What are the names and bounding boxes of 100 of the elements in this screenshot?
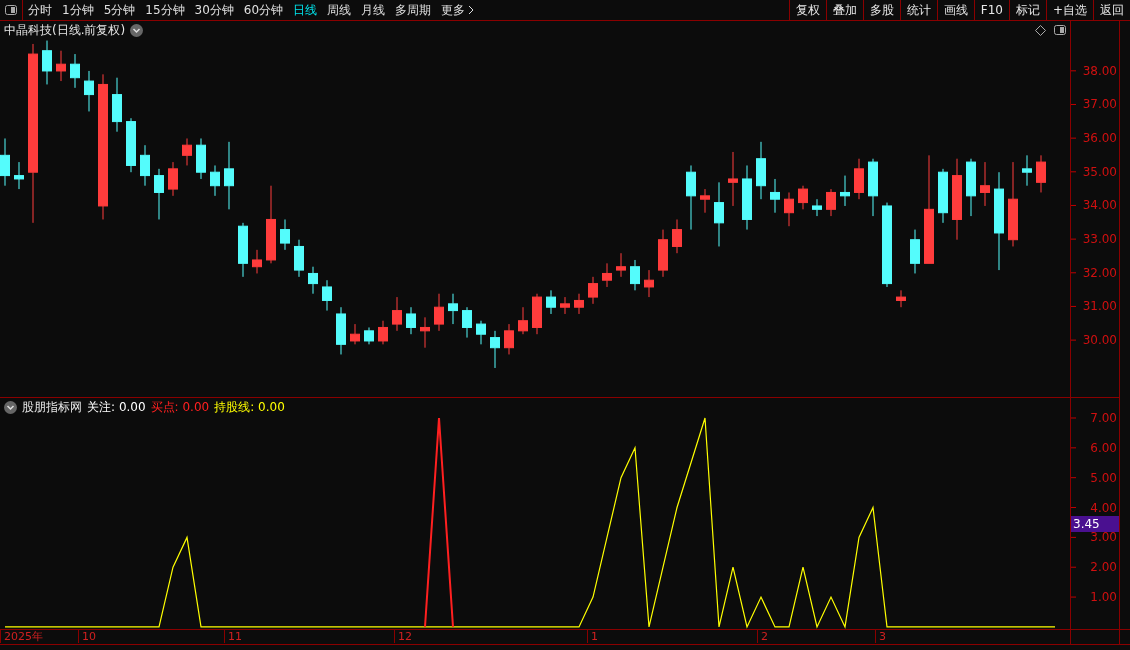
stock-title: 中晶科技(日线.前复权) bbox=[4, 21, 126, 39]
candlestick bbox=[378, 320, 388, 345]
candlestick bbox=[504, 323, 514, 355]
chevron-down-icon[interactable] bbox=[4, 400, 17, 414]
legend-item: 买点: 0.00 bbox=[150, 398, 210, 416]
candlestick bbox=[14, 161, 24, 190]
candlestick bbox=[770, 178, 780, 214]
diamond-icon[interactable] bbox=[1035, 24, 1046, 36]
candlestick bbox=[182, 137, 192, 166]
legend-item: 持股线: 0.00 bbox=[214, 398, 285, 416]
period-tab[interactable]: 分时 bbox=[23, 0, 57, 20]
date-label: 2025年 bbox=[0, 630, 43, 643]
candlestick bbox=[280, 218, 290, 251]
candlestick bbox=[168, 161, 178, 197]
candlestick bbox=[658, 229, 668, 278]
candlestick bbox=[644, 269, 654, 298]
candlestick bbox=[630, 259, 640, 291]
candlestick bbox=[70, 53, 80, 89]
candlestick bbox=[896, 289, 906, 308]
candlestick bbox=[196, 137, 206, 180]
toolbar-button[interactable]: 标记 bbox=[1008, 0, 1046, 20]
candlestick bbox=[560, 296, 570, 315]
candlestick bbox=[308, 266, 318, 295]
candlestick bbox=[756, 141, 766, 200]
axis-label: 33.00 bbox=[1082, 232, 1117, 247]
candlestick bbox=[840, 175, 850, 207]
axis-label: 3.00 bbox=[1090, 530, 1117, 545]
period-tab[interactable]: 周线 bbox=[322, 0, 357, 20]
date-label: 11 bbox=[224, 630, 242, 643]
period-tab[interactable]: 多周期 bbox=[390, 0, 437, 20]
chevron-down-icon[interactable] bbox=[130, 23, 144, 37]
axis-label: 36.00 bbox=[1082, 131, 1117, 146]
candlestick bbox=[112, 77, 122, 133]
candlestick bbox=[714, 181, 724, 247]
candlestick bbox=[966, 158, 976, 217]
toolbar-button[interactable]: 画线 bbox=[936, 0, 974, 20]
candlestick bbox=[1036, 154, 1046, 193]
candlestick bbox=[574, 293, 584, 315]
period-tab[interactable]: 15分钟 bbox=[140, 0, 190, 20]
panel-toggle-icon[interactable] bbox=[1054, 25, 1066, 35]
candlestick bbox=[546, 289, 556, 315]
toolbar-button[interactable]: 叠加 bbox=[825, 0, 863, 20]
date-label: 12 bbox=[394, 630, 412, 643]
date-label: 1 bbox=[587, 630, 598, 643]
toolbar-button[interactable]: 复权 bbox=[788, 0, 826, 20]
axis-label: 6.00 bbox=[1090, 440, 1117, 455]
toolbar-button[interactable]: 多股 bbox=[862, 0, 900, 20]
candlestick bbox=[392, 296, 402, 332]
axis-label: 5.00 bbox=[1090, 470, 1117, 485]
candlestick bbox=[1022, 154, 1032, 187]
period-tab[interactable]: 日线 bbox=[288, 0, 323, 20]
candlestick bbox=[84, 70, 94, 112]
candlestick bbox=[350, 323, 360, 345]
panel-toggle-icon[interactable] bbox=[5, 5, 17, 15]
candlestick bbox=[798, 185, 808, 210]
candlestick bbox=[868, 158, 878, 217]
axis-label: 35.00 bbox=[1082, 164, 1117, 179]
candlestick bbox=[434, 293, 444, 332]
toolbar-button[interactable]: +自选 bbox=[1045, 0, 1093, 20]
period-tab[interactable]: 1分钟 bbox=[57, 0, 99, 20]
candlestick bbox=[252, 249, 262, 274]
candlestick bbox=[700, 188, 710, 214]
candlestick bbox=[294, 239, 304, 278]
candlestick bbox=[490, 330, 500, 369]
candlestick bbox=[224, 141, 234, 210]
toolbar-button[interactable]: 统计 bbox=[899, 0, 937, 20]
date-label: 3 bbox=[875, 630, 886, 643]
candlestick bbox=[140, 144, 150, 187]
date-label: 10 bbox=[78, 630, 96, 643]
period-tab[interactable]: 月线 bbox=[356, 0, 391, 20]
axis-label: 30.00 bbox=[1082, 333, 1117, 348]
candlestick bbox=[588, 276, 598, 305]
candlestick bbox=[980, 161, 990, 207]
candlestick bbox=[742, 164, 752, 231]
period-tab[interactable]: 更多 bbox=[436, 0, 480, 20]
chevron-right-icon bbox=[468, 5, 475, 15]
candlestick bbox=[364, 326, 374, 345]
candlestick bbox=[602, 262, 612, 288]
axis-label: 38.00 bbox=[1082, 63, 1117, 78]
candlestick bbox=[210, 164, 220, 197]
candlestick bbox=[938, 168, 948, 224]
date-label: 2 bbox=[757, 630, 768, 643]
period-tab[interactable]: 60分钟 bbox=[238, 0, 289, 20]
candlestick bbox=[154, 168, 164, 220]
candlestick bbox=[56, 50, 66, 82]
candlestick bbox=[0, 137, 10, 187]
candlestick bbox=[238, 222, 248, 278]
candlestick bbox=[420, 316, 430, 349]
indicator-name: 股朋指标网 bbox=[22, 398, 82, 416]
axis-label: 4.00 bbox=[1090, 500, 1117, 515]
axis-label: 1.00 bbox=[1090, 590, 1117, 605]
period-tab[interactable]: 30分钟 bbox=[189, 0, 239, 20]
period-tab[interactable]: 5分钟 bbox=[98, 0, 141, 20]
toolbar-button[interactable]: F10 bbox=[973, 0, 1009, 20]
axis-label: 37.00 bbox=[1082, 97, 1117, 112]
axis-label: 32.00 bbox=[1082, 265, 1117, 280]
legend-item: 关注: 0.00 bbox=[87, 398, 146, 416]
candlestick bbox=[476, 320, 486, 345]
axis-label: 31.00 bbox=[1082, 299, 1117, 314]
toolbar-button[interactable]: 返回 bbox=[1093, 0, 1130, 20]
